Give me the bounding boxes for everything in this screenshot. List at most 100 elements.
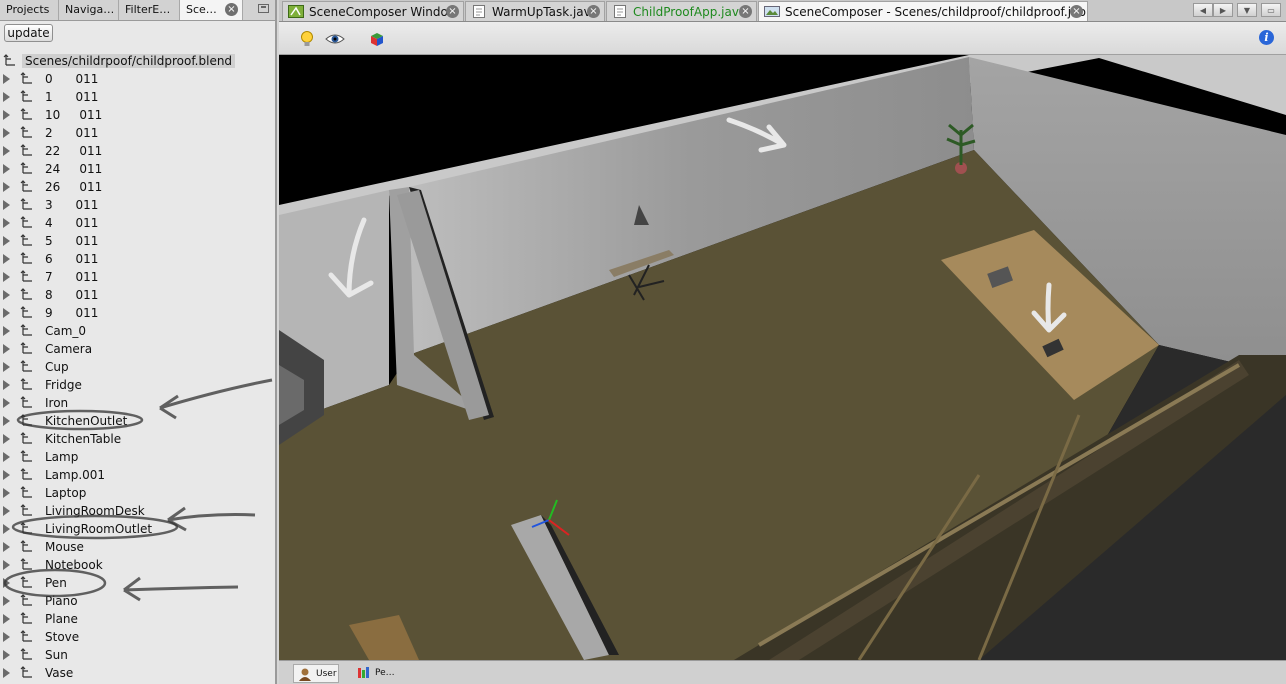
expand-arrow-icon[interactable] bbox=[3, 596, 10, 606]
tree-item[interactable]: 5 011 bbox=[0, 232, 275, 250]
expand-arrow-icon[interactable] bbox=[3, 668, 10, 678]
tree-item[interactable]: 24 011 bbox=[0, 160, 275, 178]
tab-list-dropdown-button[interactable]: ▼ bbox=[1237, 3, 1257, 17]
tree-item[interactable]: Camera bbox=[0, 340, 275, 358]
scroll-tabs-left-button[interactable]: ◀ bbox=[1193, 3, 1213, 17]
expand-arrow-icon[interactable] bbox=[3, 524, 10, 534]
expand-arrow-icon[interactable] bbox=[3, 632, 10, 642]
tree-item[interactable]: 26 011 bbox=[0, 178, 275, 196]
tree-item[interactable]: KitchenTable bbox=[0, 430, 275, 448]
expand-arrow-icon[interactable] bbox=[3, 398, 10, 408]
info-icon[interactable]: i bbox=[1259, 30, 1274, 45]
expand-arrow-icon[interactable] bbox=[3, 200, 10, 210]
expand-arrow-icon[interactable] bbox=[3, 236, 10, 246]
tab-perspective[interactable]: Pe… bbox=[353, 664, 395, 683]
expand-arrow-icon[interactable] bbox=[3, 542, 10, 552]
tab-scenecomposer-window[interactable]: SceneComposer Window × bbox=[282, 1, 464, 21]
expand-arrow-icon[interactable] bbox=[3, 74, 10, 84]
tree-item[interactable]: 2 011 bbox=[0, 124, 275, 142]
scene-viewport[interactable] bbox=[279, 55, 1286, 660]
tab-childproofapp-java[interactable]: ChildProofApp.java × bbox=[606, 1, 757, 21]
tree-item[interactable]: 22 011 bbox=[0, 142, 275, 160]
expand-arrow-icon[interactable] bbox=[3, 380, 10, 390]
expand-arrow-icon[interactable] bbox=[3, 254, 10, 264]
tree-item[interactable]: Lamp.001 bbox=[0, 466, 275, 484]
tree-item[interactable]: Laptop bbox=[0, 484, 275, 502]
tab-label: Sce… bbox=[186, 3, 217, 16]
tree-item[interactable]: Pen bbox=[0, 574, 275, 592]
expand-arrow-icon[interactable] bbox=[3, 578, 10, 588]
tab-warmuptask-java[interactable]: WarmUpTask.java × bbox=[465, 1, 605, 21]
expand-arrow-icon[interactable] bbox=[3, 146, 10, 156]
close-icon[interactable]: × bbox=[739, 5, 752, 18]
close-icon[interactable]: × bbox=[1070, 5, 1083, 18]
cube-icon[interactable] bbox=[367, 29, 387, 49]
tree-item[interactable]: Sun bbox=[0, 646, 275, 664]
tree-item[interactable]: LivingRoomDesk bbox=[0, 502, 275, 520]
tree-item[interactable]: Cam_0 bbox=[0, 322, 275, 340]
expand-arrow-icon[interactable] bbox=[3, 164, 10, 174]
maximize-button[interactable]: ▭ bbox=[1261, 3, 1281, 17]
expand-arrow-icon[interactable] bbox=[3, 182, 10, 192]
tree-item[interactable]: 10 011 bbox=[0, 106, 275, 124]
expand-arrow-icon[interactable] bbox=[3, 110, 10, 120]
expand-arrow-icon[interactable] bbox=[3, 416, 10, 426]
minimize-icon[interactable] bbox=[258, 4, 269, 13]
tree-item[interactable]: 8 011 bbox=[0, 286, 275, 304]
expand-arrow-icon[interactable] bbox=[3, 506, 10, 516]
tab-filter-editor[interactable]: FilterE… bbox=[119, 0, 180, 20]
expand-arrow-icon[interactable] bbox=[3, 308, 10, 318]
node-icon bbox=[20, 486, 32, 498]
tab-navigator[interactable]: Naviga… bbox=[59, 0, 119, 20]
eye-icon[interactable] bbox=[325, 29, 345, 49]
tab-scene-explorer[interactable]: Sce… × bbox=[180, 0, 243, 20]
tree-root[interactable]: Scenes/childrpoof/childproof.blend bbox=[0, 52, 275, 70]
tab-scenecomposer-j3o[interactable]: SceneComposer - Scenes/childproof/childp… bbox=[758, 1, 1088, 21]
update-button[interactable]: update bbox=[4, 24, 53, 42]
light-bulb-icon[interactable] bbox=[297, 29, 317, 49]
tree-item[interactable]: Cup bbox=[0, 358, 275, 376]
tab-user[interactable]: User bbox=[293, 664, 339, 683]
expand-arrow-icon[interactable] bbox=[3, 488, 10, 498]
tree-item[interactable]: Piano bbox=[0, 592, 275, 610]
close-icon[interactable]: × bbox=[587, 5, 600, 18]
scroll-tabs-right-button[interactable]: ▶ bbox=[1213, 3, 1233, 17]
tree-item[interactable]: KitchenOutlet bbox=[0, 412, 275, 430]
expand-arrow-icon[interactable] bbox=[3, 92, 10, 102]
node-icon bbox=[20, 126, 32, 138]
tree-item[interactable]: 6 011 bbox=[0, 250, 275, 268]
tree-item[interactable]: Mouse bbox=[0, 538, 275, 556]
close-icon[interactable]: × bbox=[446, 5, 459, 18]
tree-item[interactable]: LivingRoomOutlet bbox=[0, 520, 275, 538]
expand-arrow-icon[interactable] bbox=[3, 650, 10, 660]
tree-item[interactable]: 4 011 bbox=[0, 214, 275, 232]
tree-item[interactable]: 9 011 bbox=[0, 304, 275, 322]
tab-projects[interactable]: Projects bbox=[0, 0, 59, 20]
expand-arrow-icon[interactable] bbox=[3, 614, 10, 624]
tree-item[interactable]: Fridge bbox=[0, 376, 275, 394]
expand-arrow-icon[interactable] bbox=[3, 344, 10, 354]
tree-item[interactable]: Iron bbox=[0, 394, 275, 412]
expand-arrow-icon[interactable] bbox=[3, 434, 10, 444]
expand-arrow-icon[interactable] bbox=[3, 560, 10, 570]
editor-tab-bar: SceneComposer Window × WarmUpTask.java ×… bbox=[279, 0, 1286, 22]
tree-item[interactable]: Notebook bbox=[0, 556, 275, 574]
expand-arrow-icon[interactable] bbox=[3, 272, 10, 282]
tree-item[interactable]: Plane bbox=[0, 610, 275, 628]
expand-arrow-icon[interactable] bbox=[3, 470, 10, 480]
tree-item[interactable]: Vase bbox=[0, 664, 275, 682]
tree-item[interactable]: 0 011 bbox=[0, 70, 275, 88]
close-icon[interactable]: × bbox=[225, 3, 238, 16]
tree-item[interactable]: 1 011 bbox=[0, 88, 275, 106]
expand-arrow-icon[interactable] bbox=[3, 326, 10, 336]
node-icon bbox=[20, 666, 32, 678]
tree-item[interactable]: 3 011 bbox=[0, 196, 275, 214]
expand-arrow-icon[interactable] bbox=[3, 218, 10, 228]
expand-arrow-icon[interactable] bbox=[3, 128, 10, 138]
expand-arrow-icon[interactable] bbox=[3, 290, 10, 300]
expand-arrow-icon[interactable] bbox=[3, 452, 10, 462]
tree-item[interactable]: 7 011 bbox=[0, 268, 275, 286]
tree-item[interactable]: Lamp bbox=[0, 448, 275, 466]
tree-item[interactable]: Stove bbox=[0, 628, 275, 646]
expand-arrow-icon[interactable] bbox=[3, 362, 10, 372]
